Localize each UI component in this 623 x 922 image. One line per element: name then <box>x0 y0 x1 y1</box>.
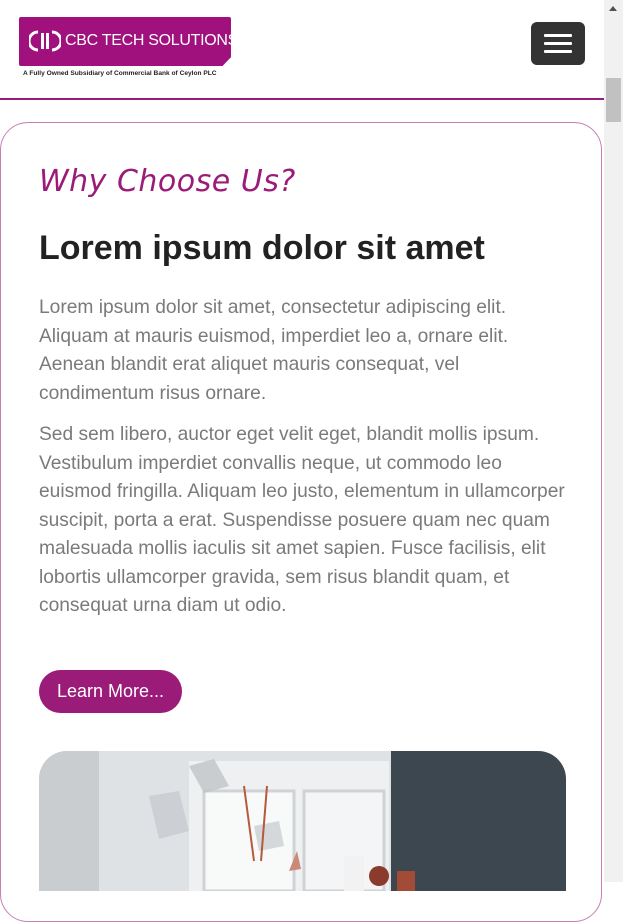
logo-badge: CBC TECH SOLUTIONS <box>19 17 231 66</box>
logo-text: CBC TECH SOLUTIONS <box>65 32 238 49</box>
section-paragraph-2: Sed sem libero, auctor eget velit eget, … <box>39 424 565 616</box>
company-logo[interactable]: CBC TECH SOLUTIONS A Fully Owned Subsidi… <box>19 17 231 81</box>
section-paragraph-1: Lorem ipsum dolor sit amet, consectetur … <box>39 297 509 404</box>
hamburger-menu-icon <box>544 34 572 37</box>
menu-toggle-button[interactable] <box>531 22 585 65</box>
hamburger-menu-icon-bar <box>544 50 572 53</box>
office-photo-illustration <box>39 751 566 891</box>
logo-subtitle: A Fully Owned Subsidiary of Commercial B… <box>23 70 217 77</box>
scroll-up-arrow-icon[interactable] <box>609 6 617 11</box>
office-photo <box>39 751 566 891</box>
section-eyebrow: Why Choose Us? <box>39 164 296 199</box>
hamburger-menu-icon-bar <box>544 42 572 45</box>
section-heading: Lorem ipsum dolor sit amet <box>39 229 485 267</box>
learn-more-button[interactable]: Learn More... <box>39 670 182 713</box>
site-header: CBC TECH SOLUTIONS A Fully Owned Subsidi… <box>0 0 604 100</box>
scrollbar-thumb[interactable] <box>606 78 621 122</box>
logo-mark-icon <box>29 30 61 52</box>
vertical-scrollbar[interactable] <box>604 0 623 882</box>
